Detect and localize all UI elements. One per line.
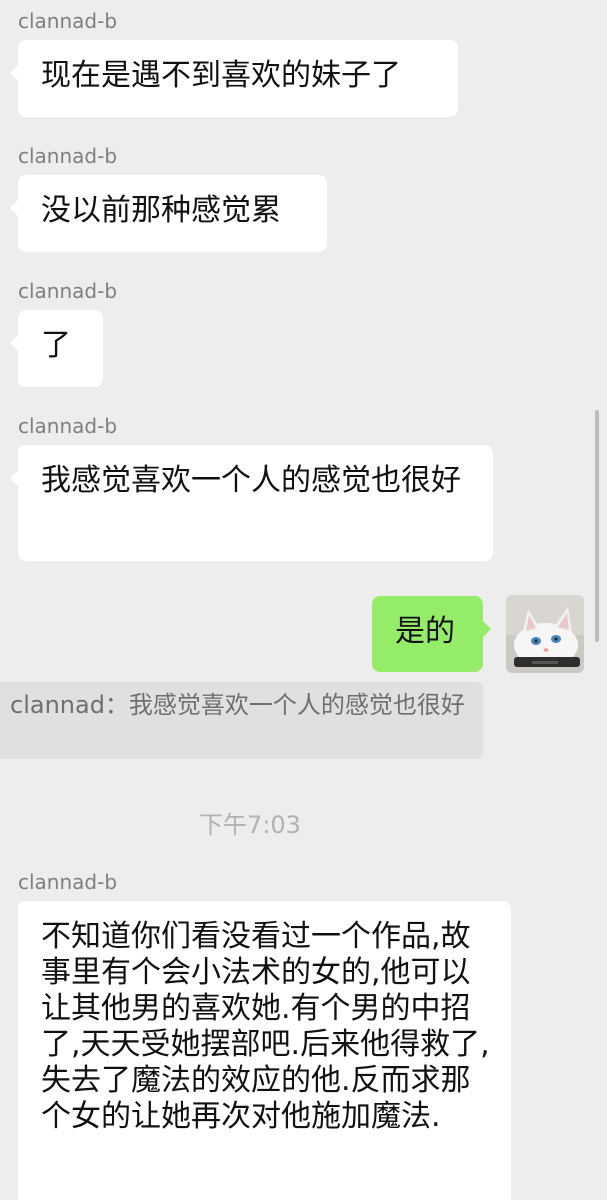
message-bubble[interactable]: 不知道你们看没看过一个作品,故事里有个会小法术的女的,他可以让其他男的喜欢她.有… (18, 901, 511, 1200)
message-bubble[interactable]: 没以前那种感觉累 (10, 175, 327, 252)
quoted-message[interactable]: clannad：我感觉喜欢一个人的感觉也很好 (0, 682, 483, 759)
scrollbar[interactable] (595, 410, 599, 642)
sender-name: clannad-b (18, 414, 118, 438)
sender-name: clannad-b (18, 279, 118, 303)
message-bubble[interactable]: 我感觉喜欢一个人的感觉也很好 (10, 445, 493, 561)
sender-name: clannad-b (18, 870, 118, 894)
sender-name: clannad-b (18, 144, 118, 168)
avatar[interactable] (506, 595, 584, 673)
message-bubble[interactable]: 了 (10, 310, 103, 387)
message-bubble[interactable]: 现在是遇不到喜欢的妹子了 (10, 40, 458, 117)
sender-name: clannad-b (18, 9, 118, 33)
white-cat-avatar-icon (506, 595, 584, 673)
message-bubble-outgoing[interactable]: 是的 (372, 596, 491, 672)
timestamp: 下午7:03 (199, 811, 301, 839)
